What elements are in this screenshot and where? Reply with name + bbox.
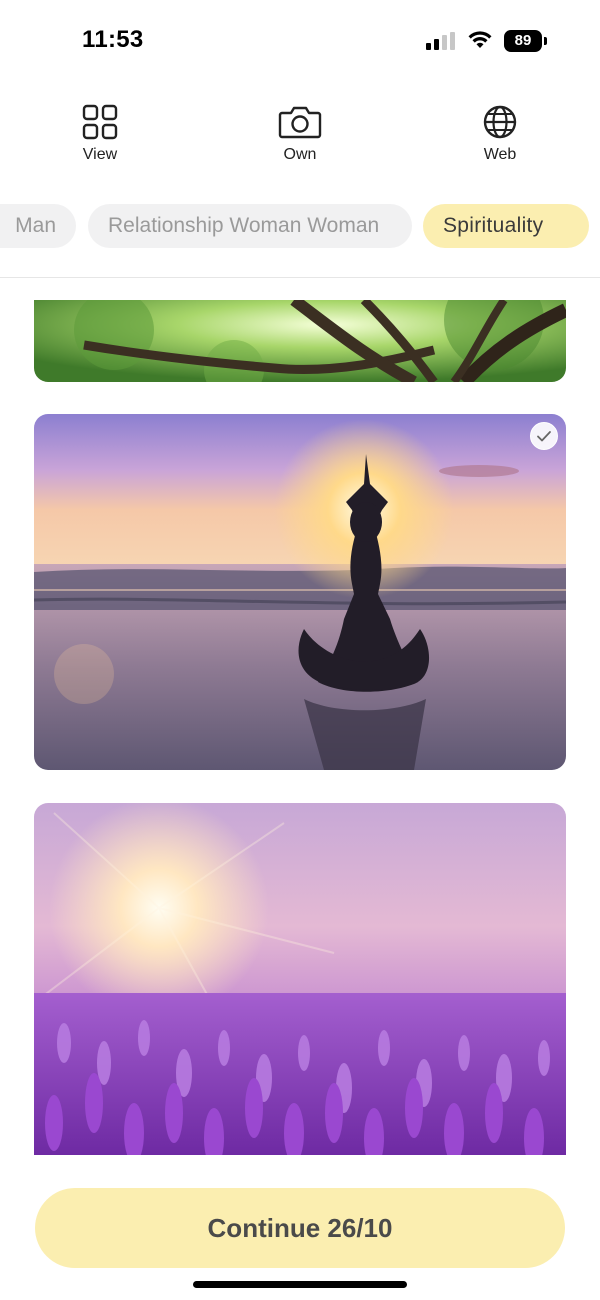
own-label: Own: [283, 146, 317, 163]
web-label: Web: [483, 146, 517, 163]
image-card-lavender[interactable]: [34, 803, 566, 1155]
continue-button[interactable]: Continue 26/10: [35, 1188, 565, 1268]
category-chip-man[interactable]: Man: [0, 204, 76, 248]
view-label: View: [82, 146, 118, 163]
source-toolbar: View Own Web: [0, 96, 600, 176]
web-button[interactable]: Web: [450, 96, 550, 172]
cellular-signal-icon: [426, 32, 455, 50]
battery-indicator: 89: [504, 30, 548, 52]
image-card-yoga[interactable]: [34, 414, 566, 770]
camera-icon: [278, 106, 322, 139]
category-chips: Man Relationship Woman Woman Spiritualit…: [0, 200, 600, 252]
tree-canopy-image: [34, 300, 566, 382]
status-time: 11:53: [82, 26, 144, 53]
battery-level: 89: [514, 32, 532, 49]
status-bar: 11:53 89: [0, 0, 600, 80]
own-button[interactable]: Own: [250, 96, 350, 172]
home-indicator[interactable]: [193, 1281, 407, 1288]
category-chip-relationship-woman[interactable]: Relationship Woman Woman: [88, 204, 412, 248]
view-button[interactable]: View: [50, 96, 150, 172]
selected-check-icon: [530, 422, 558, 450]
wifi-icon: [468, 31, 492, 48]
image-card-tree[interactable]: [34, 300, 566, 382]
divider: [0, 277, 600, 278]
grid-icon: [82, 104, 118, 140]
category-chip-spirituality[interactable]: Spirituality: [423, 204, 589, 248]
lavender-field-image: [34, 803, 566, 1155]
yoga-sunset-image: [34, 414, 566, 770]
globe-icon: [483, 105, 517, 139]
